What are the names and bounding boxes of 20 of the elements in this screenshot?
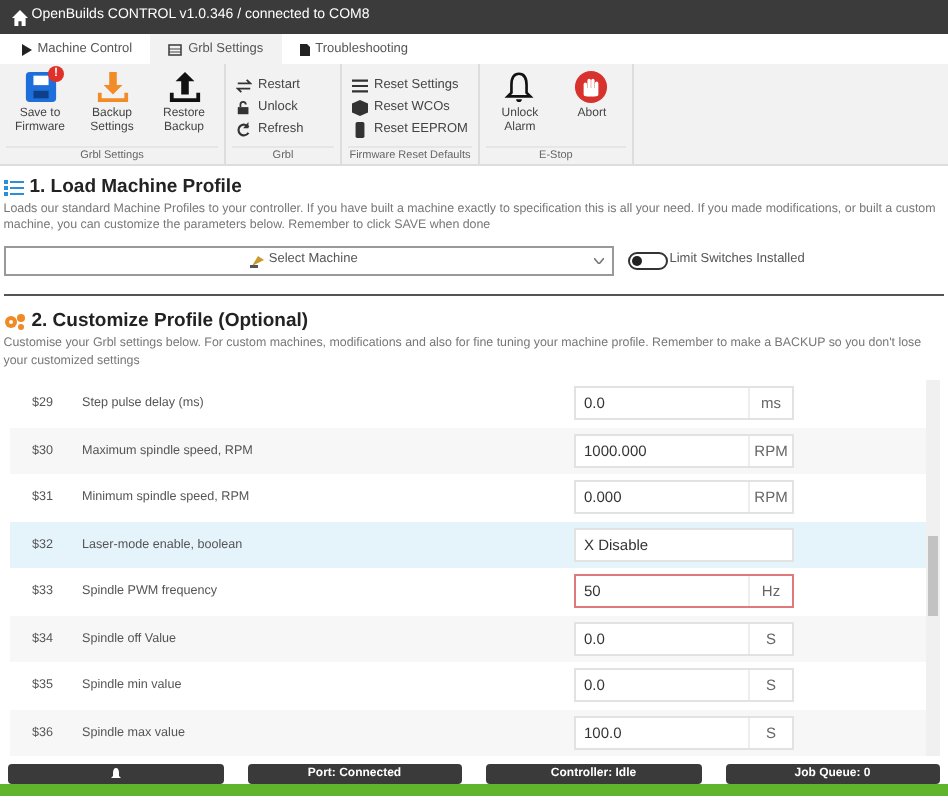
home-icon	[12, 9, 28, 25]
grid-icon	[168, 43, 183, 55]
play-icon	[21, 43, 32, 55]
list-icon	[3, 179, 24, 196]
scrollbar[interactable]	[926, 380, 940, 756]
floppy-icon	[23, 70, 57, 104]
stop-hand-icon	[574, 70, 609, 104]
bell-icon	[502, 70, 537, 104]
document-icon	[299, 43, 310, 55]
gears-icon	[3, 313, 26, 330]
bell-icon	[109, 768, 122, 780]
refresh-icon	[236, 121, 252, 137]
notification-button[interactable]	[8, 764, 223, 784]
caret-icon	[594, 257, 605, 264]
unlock-icon	[236, 99, 252, 115]
section-heading: 1. Load Machine Profile	[3, 173, 945, 202]
section-heading: 2. Customize Profile (Optional)	[3, 307, 945, 336]
download-icon	[95, 70, 129, 104]
toggle-switch[interactable]	[627, 251, 668, 270]
upload-icon	[167, 70, 201, 104]
